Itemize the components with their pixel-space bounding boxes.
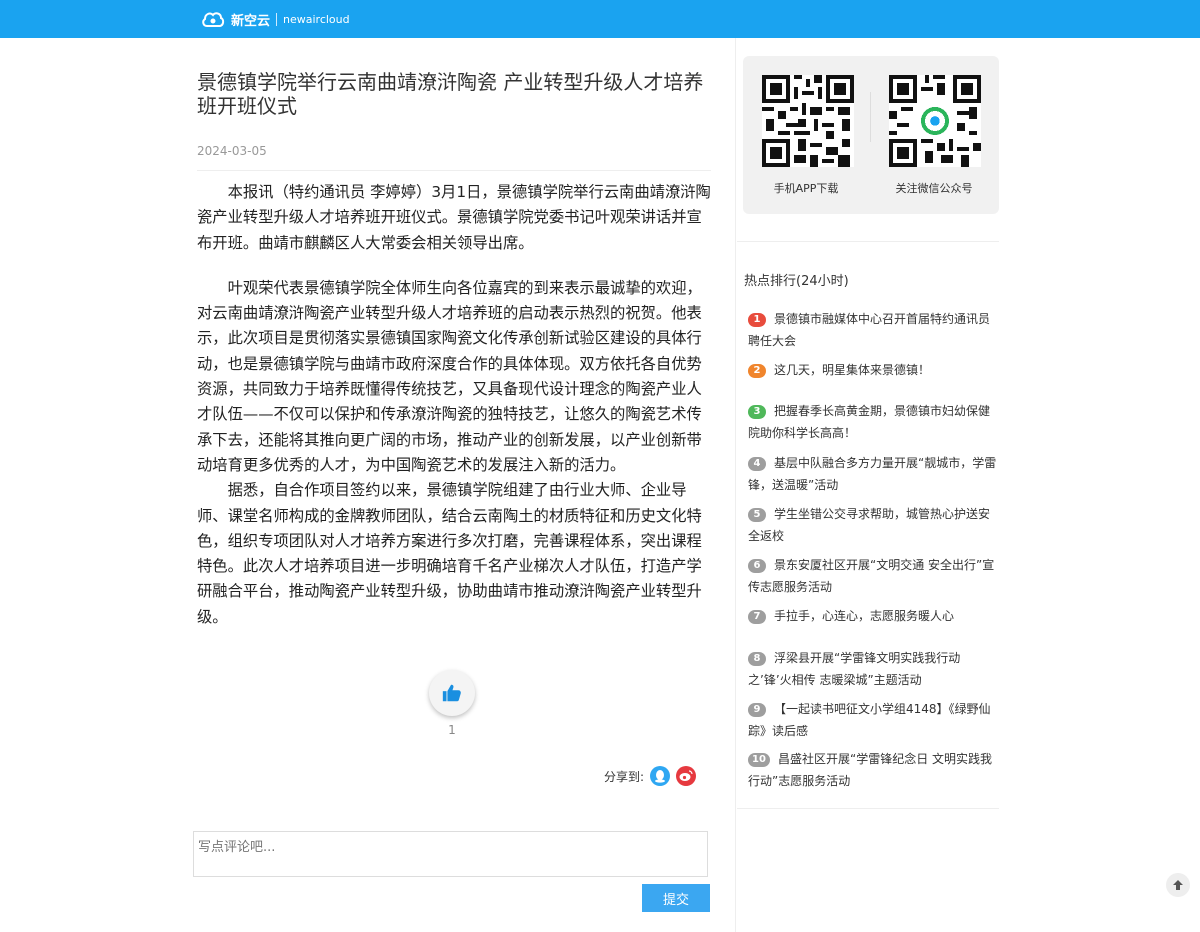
hot-item[interactable]: 6 景东安厦社区开展“文明交通 安全出行”宣传志愿服务活动 [748,554,1000,598]
rank-badge: 4 [748,457,766,471]
hot-item[interactable]: 4 基层中队融合多方力量开展“靓城市，学雷锋，送温暖”活动 [748,452,1000,496]
hot-item-title: 昌盛社区开展“学雷锋纪念日 文明实践我行动”志愿服务活动 [748,752,993,788]
hot-item[interactable]: 2 这几天，明星集体来景德镇！ [748,359,1000,381]
hot-item[interactable]: 8 浮梁县开展“学雷锋文明实践我行动之’锋’火相传 志暖梁城”主题活动 [748,647,1000,691]
submit-comment-button[interactable]: 提交 [642,884,710,912]
hot-item[interactable]: 1 景德镇市融媒体中心召开首届特约通讯员聘任大会 [748,308,1000,352]
cloud-logo-icon [202,12,225,27]
qr-code-card: 手机APP下载 关注微信公众号 [743,56,999,214]
hot-item-title: 浮梁县开展“学雷锋文明实践我行动之’锋’火相传 志暖梁城”主题活动 [748,651,961,687]
qq-share-icon[interactable] [650,766,671,786]
article-date: 2024-03-05 [197,144,267,158]
wechat-qr-code[interactable] [889,75,981,167]
rank-badge: 7 [748,610,766,624]
wechat-follow-label: 关注微信公众号 [895,182,973,195]
share-bar: 分享到: [604,766,697,786]
arrow-up-icon [1173,880,1183,890]
hot-item[interactable]: 3 把握春季长高黄金期，景德镇市妇幼保健院助你科学长高高！ [748,400,1000,444]
article-title: 景德镇学院举行云南曲靖潦浒陶瓷 产业转型升级人才培养班开班仪式 [197,70,704,118]
hot-item-title: 手拉手，心连心，志愿服务暖人心 [774,609,955,623]
weibo-share-icon[interactable] [676,766,697,786]
sidebar-rule [737,241,999,242]
logo-divider [276,12,278,26]
app-download-label: 手机APP下载 [773,182,839,195]
rank-badge: 9 [748,703,766,717]
hot-item[interactable]: 5 学生坐错公交寻求帮助，城管热心护送安全返校 [748,503,1000,547]
hot-item-title: 这几天，明星集体来景德镇！ [774,363,931,377]
comment-input[interactable] [193,831,708,877]
qq-penguin-icon [655,770,666,783]
logo-text-cn: 新空云 [231,13,271,29]
top-bar: 新空云 newaircloud [0,0,1200,38]
site-logo[interactable]: 新空云 newaircloud [201,7,350,31]
sidebar-divider [735,38,736,932]
rank-badge: 3 [748,405,766,419]
rank-badge: 5 [748,508,766,522]
hot-item-title: 基层中队融合多方力量开展“靓城市，学雷锋，送温暖”活动 [748,456,997,492]
rank-badge: 1 [748,313,766,327]
article-paragraph: 叶观荣代表景德镇学院全体师生向各位嘉宾的到来表示最诚挚的欢迎，对云南曲靖潦浒陶瓷… [197,278,702,474]
rank-badge: 2 [748,364,766,378]
hot-item[interactable]: 10 昌盛社区开展“学雷锋纪念日 文明实践我行动”志愿服务活动 [748,748,1000,792]
rank-badge: 10 [748,753,770,767]
article-paragraph: 本报讯（特约通讯员 李婷婷）3月1日，景德镇学院举行云南曲靖潦浒陶瓷产业转型升级… [197,183,711,252]
hot-item[interactable]: 9 【一起读书吧征文小学组4148】《绿野仙踪》读后感 [748,698,1000,742]
article-body: 本报讯（特约通讯员 李婷婷）3月1日，景德镇学院举行云南曲靖潦浒陶瓷产业转型升级… [197,180,711,630]
back-to-top-button[interactable] [1166,873,1190,897]
sidebar-rule [737,808,999,809]
hot-item[interactable]: 7 手拉手，心连心，志愿服务暖人心 [748,605,1000,627]
hot-item-title: 景德镇市融媒体中心召开首届特约通讯员聘任大会 [748,312,991,348]
qr-divider [870,92,871,142]
hot-item-title: 把握春季长高黄金期，景德镇市妇幼保健院助你科学长高高！ [748,404,991,440]
hot-ranking-title: 热点排行(24小时) [744,274,849,289]
hot-item-title: 【一起读书吧征文小学组4148】《绿野仙踪》读后感 [748,702,991,738]
logo-text-en: newaircloud [283,12,350,26]
article-header: 景德镇学院举行云南曲靖潦浒陶瓷 产业转型升级人才培养班开班仪式 [197,70,711,118]
rank-badge: 6 [748,559,766,573]
title-divider [197,170,711,171]
share-label: 分享到: [604,769,645,784]
like-count: 1 [448,723,456,737]
hot-item-title: 学生坐错公交寻求帮助，城管热心护送安全返校 [748,507,991,543]
app-download-qr-code[interactable] [762,75,854,167]
rank-badge: 8 [748,652,766,666]
hot-item-title: 景东安厦社区开展“文明交通 安全出行”宣传志愿服务活动 [748,558,995,594]
article-paragraph: 据悉，自合作项目签约以来，景德镇学院组建了由行业大师、企业导师、课堂名师构成的金… [197,481,702,626]
weibo-logo-icon [679,770,693,781]
like-button[interactable] [429,670,475,716]
thumbs-up-icon [442,684,461,702]
